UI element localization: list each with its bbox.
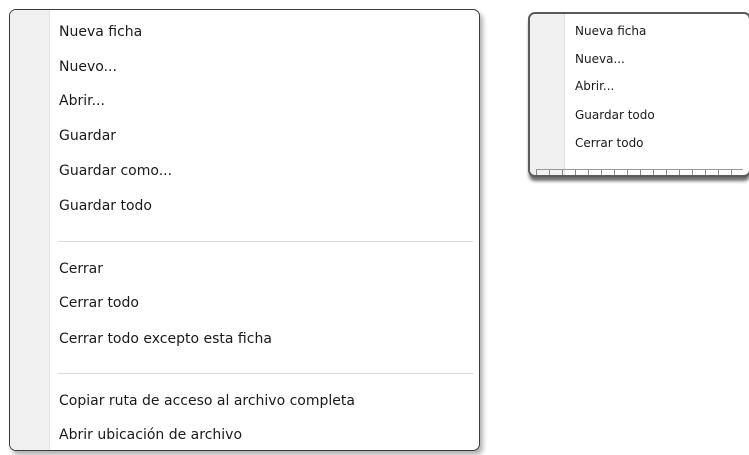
menu-item-save-as[interactable]: Guardar como...: [10, 158, 479, 184]
menu-separator: [58, 373, 473, 374]
menu-item-copy-full-path[interactable]: Copiar ruta de acceso al archivo complet…: [10, 388, 479, 414]
menu-item-close[interactable]: Cerrar: [10, 256, 479, 282]
menu-item-new[interactable]: Nuevo...: [10, 54, 479, 80]
menu-item-new[interactable]: Nueva...: [530, 48, 749, 70]
menu-item-open-file-location[interactable]: Abrir ubicación de archivo: [10, 422, 479, 448]
menu-item-open[interactable]: Abrir...: [530, 75, 749, 97]
menu-item-save-all[interactable]: Guardar todo: [10, 193, 479, 219]
menu-item-open[interactable]: Abrir...: [10, 88, 479, 114]
compact-file-context-menu: Nueva ficha Nueva... Abrir... Guardar to…: [528, 12, 749, 177]
menu-item-new-tab[interactable]: Nueva ficha: [10, 19, 479, 45]
menu-item-new-tab[interactable]: Nueva ficha: [530, 20, 749, 42]
menu-item-close-all[interactable]: Cerrar todo: [530, 132, 749, 154]
file-context-menu: Nueva ficha Nuevo... Abrir... Guardar Gu…: [9, 9, 480, 451]
menu-item-save[interactable]: Guardar: [10, 123, 479, 149]
menu-item-save-all[interactable]: Guardar todo: [530, 104, 749, 126]
menu-separator: [58, 241, 473, 242]
menu-bottom-edge: [536, 169, 743, 175]
menu-item-close-all-but-this[interactable]: Cerrar todo excepto esta ficha: [10, 326, 479, 352]
menu-item-close-all[interactable]: Cerrar todo: [10, 290, 479, 316]
